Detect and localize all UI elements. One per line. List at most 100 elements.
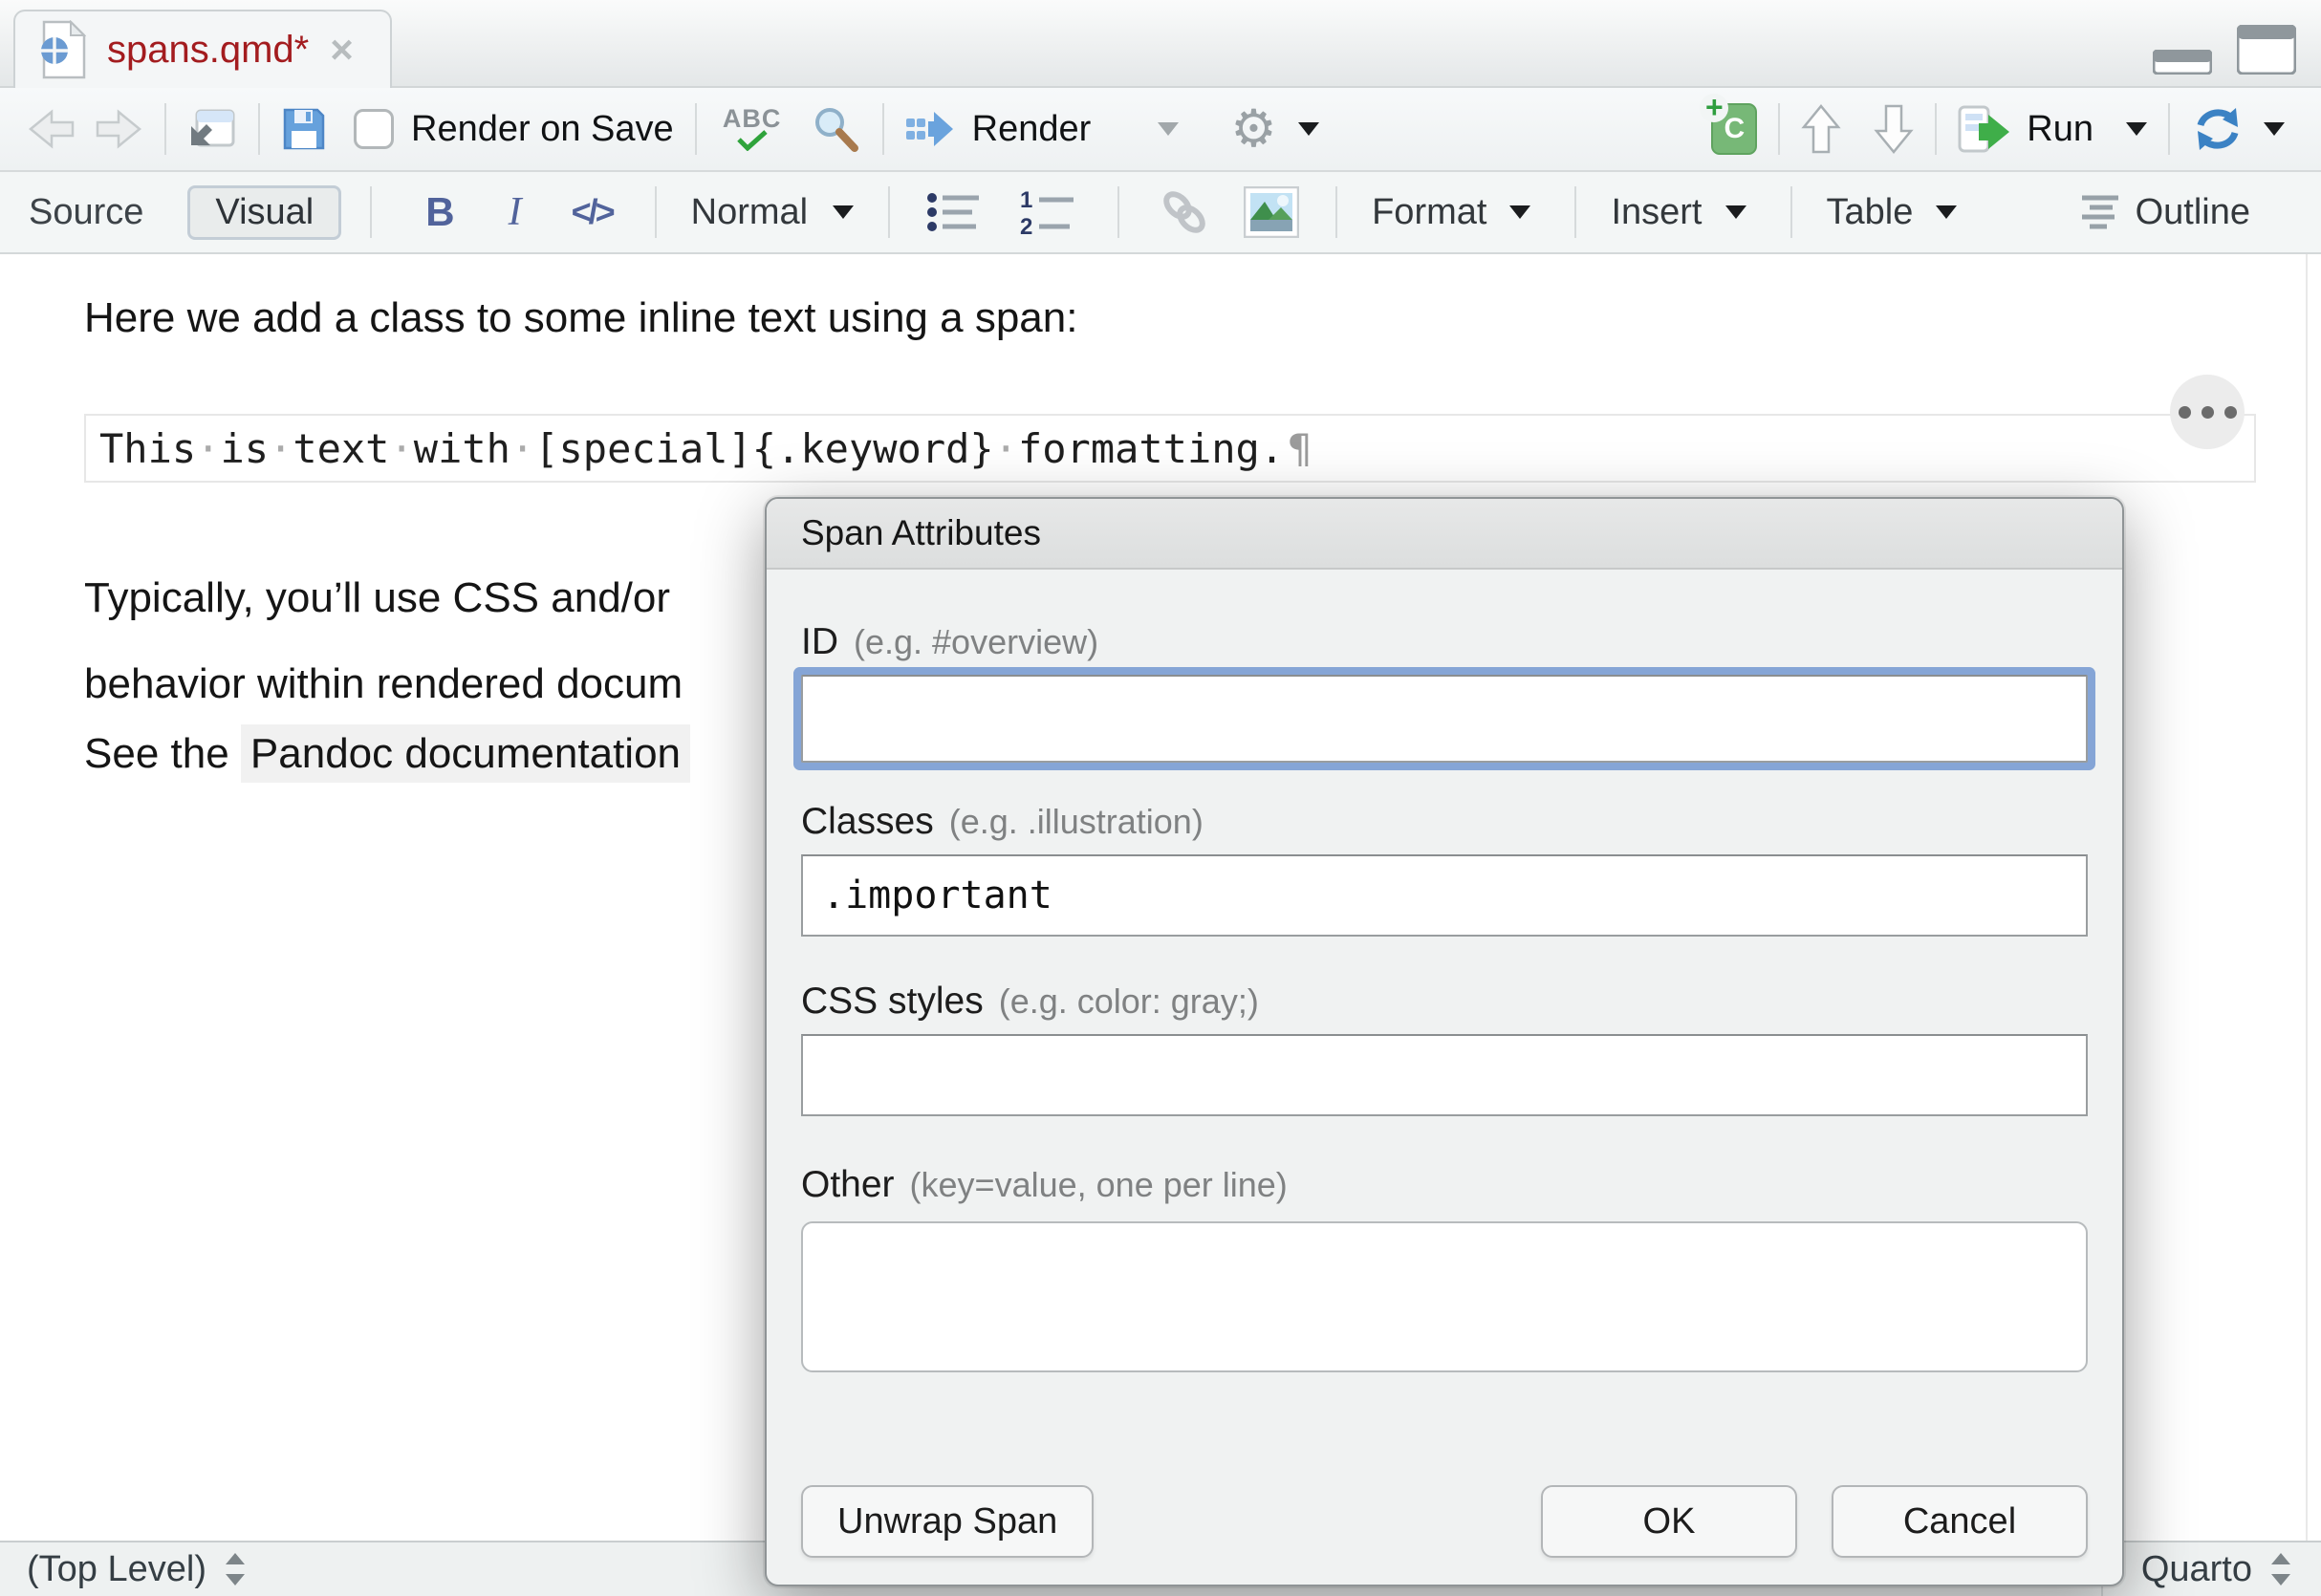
toolbar-separator [1335, 186, 1337, 238]
classes-input[interactable] [801, 854, 2088, 937]
toolbar-separator [370, 186, 372, 238]
insert-chunk-button[interactable]: C + [1711, 103, 1757, 155]
toolbar-separator [1574, 186, 1576, 238]
save-button[interactable] [281, 106, 327, 152]
tab-spans-qmd[interactable]: spans.qmd* × [13, 10, 392, 88]
render-button[interactable]: Render [905, 108, 1092, 150]
back-button[interactable] [27, 108, 78, 150]
toolbar-separator [695, 103, 697, 155]
code-format-button[interactable]: </> [572, 192, 613, 232]
main-toolbar: Render on Save ABC Render [0, 88, 2321, 172]
outline-toggle[interactable]: Outline [2078, 192, 2250, 233]
open-in-new-window-button[interactable] [187, 107, 237, 151]
editor-right-gutter [2306, 254, 2308, 1541]
render-on-save-checkbox[interactable] [354, 109, 394, 149]
maximize-pane-icon[interactable] [2237, 25, 2296, 75]
render-on-save-label: Render on Save [411, 109, 674, 150]
jump-previous-button[interactable] [1801, 103, 1841, 155]
tab-close-icon[interactable]: × [330, 30, 354, 70]
source-mode-button[interactable]: Source [29, 192, 143, 233]
other-label-hint: (key=value, one per line) [910, 1165, 1288, 1205]
rerun-sync-icon [2191, 104, 2245, 154]
svg-text:2: 2 [1020, 214, 1032, 236]
paragraph-see-the: See the Pandoc documentation [84, 730, 690, 778]
id-field-label: ID (e.g. #overview) [801, 621, 2088, 663]
visual-mode-button[interactable]: Visual [187, 185, 341, 240]
id-label-text: ID [801, 621, 838, 663]
insert-menu-caret-icon [1725, 205, 1746, 219]
forward-button[interactable] [92, 108, 143, 150]
run-options-caret-icon [2126, 122, 2147, 136]
render-options-caret-icon[interactable] [1158, 122, 1179, 136]
spellcheck-button[interactable]: ABC [718, 107, 787, 151]
format-menu-label: Format [1372, 192, 1486, 233]
link-button[interactable] [1158, 185, 1211, 239]
other-attributes-textarea[interactable] [801, 1221, 2088, 1372]
down-arrow-icon [1874, 103, 1914, 155]
toolbar-separator [882, 103, 884, 155]
document-type-selector[interactable]: Quarto [2101, 1542, 2321, 1596]
css-field-label: CSS styles (e.g. color: gray;) [801, 981, 2088, 1023]
cancel-button[interactable]: Cancel [1832, 1485, 2088, 1558]
pandoc-documentation-link[interactable]: Pandoc documentation [241, 724, 690, 783]
table-menu-caret-icon [1936, 205, 1957, 219]
numbered-list-button[interactable]: 1 2 [1018, 188, 1077, 236]
tab-title: spans.qmd* [107, 29, 309, 72]
image-icon [1244, 186, 1299, 238]
rerun-button[interactable] [2191, 104, 2285, 154]
paragraph-style-caret-icon [833, 205, 854, 219]
bullet-list-button[interactable] [926, 190, 984, 234]
toolbar-separator [1778, 103, 1780, 155]
paragraph-typically-line2: behavior within rendered docum [84, 660, 683, 707]
dialog-button-row: Unwrap Span OK Cancel [801, 1485, 2088, 1558]
code-block[interactable]: This·is·text·with·[special]{.keyword}·fo… [84, 414, 2256, 483]
table-menu[interactable]: Table [1827, 192, 1958, 233]
insert-menu[interactable]: Insert [1611, 192, 1746, 233]
spellcheck-check-icon [736, 130, 769, 151]
bold-button[interactable]: B [425, 189, 454, 235]
document-type-label: Quarto [2141, 1549, 2252, 1590]
pane-window-controls [2153, 25, 2296, 75]
other-field-label: Other (key=value, one per line) [801, 1164, 2088, 1206]
classes-field-label: Classes (e.g. .illustration) [801, 801, 2088, 843]
image-button[interactable] [1244, 186, 1299, 238]
css-styles-input[interactable] [801, 1034, 2088, 1116]
render-icon [905, 108, 955, 150]
id-label-hint: (e.g. #overview) [854, 622, 1098, 662]
ellipsis-dot [2179, 406, 2191, 419]
minimize-pane-icon[interactable] [2153, 50, 2212, 75]
render-settings-button[interactable]: ⚙ [1230, 103, 1318, 155]
outline-label: Outline [2136, 192, 2250, 233]
block-options-button[interactable] [2170, 375, 2245, 449]
updown-chevron-icon [224, 1551, 247, 1587]
format-menu[interactable]: Format [1372, 192, 1530, 233]
jump-next-button[interactable] [1874, 103, 1914, 155]
rerun-caret-icon [2264, 122, 2285, 136]
toolbar-separator [888, 186, 890, 238]
format-toolbar: Source Visual B I </> Normal 1 2 [0, 172, 2321, 254]
paragraph-style-dropdown[interactable]: Normal [691, 192, 854, 233]
find-replace-button[interactable] [812, 104, 861, 154]
svg-text:1: 1 [1020, 188, 1032, 213]
scope-label: (Top Level) [27, 1549, 206, 1590]
insert-menu-label: Insert [1611, 192, 1702, 233]
paragraph-typically: Typically, you’ll use CSS and/or behavio… [84, 555, 683, 727]
id-input[interactable] [801, 675, 2088, 763]
run-button[interactable]: Run [1958, 105, 2147, 153]
toolbar-separator [164, 103, 166, 155]
dialog-title: Span Attributes [767, 499, 2122, 570]
italic-button[interactable]: I [509, 189, 522, 235]
span-attributes-dialog: Span Attributes ID (e.g. #overview) Clas… [765, 497, 2124, 1586]
toolbar-separator [1117, 186, 1119, 238]
chunk-c-letter: C [1724, 113, 1745, 145]
numbered-list-icon: 1 2 [1018, 188, 1077, 236]
paragraph-typically-line1: Typically, you’ll use CSS and/or [84, 574, 670, 621]
scope-selector[interactable]: (Top Level) [27, 1542, 247, 1596]
ok-button[interactable]: OK [1541, 1485, 1797, 1558]
gear-icon: ⚙ [1230, 103, 1276, 155]
css-label-text: CSS styles [801, 981, 984, 1023]
run-icon [1958, 105, 2011, 153]
unwrap-span-button[interactable]: Unwrap Span [801, 1485, 1094, 1558]
quarto-file-icon [38, 20, 86, 79]
table-menu-label: Table [1827, 192, 1914, 233]
